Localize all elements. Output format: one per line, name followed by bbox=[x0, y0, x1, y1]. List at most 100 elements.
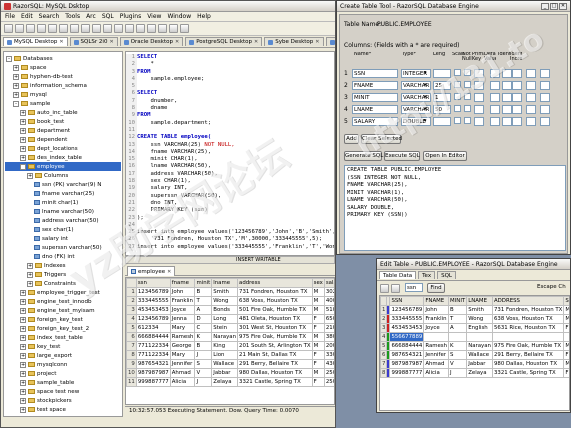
table-cell[interactable]: 987654321 bbox=[389, 350, 425, 360]
tree-node[interactable]: + engine_test_innodb bbox=[5, 297, 121, 306]
tab-connection-3[interactable]: PostgreSQL Desktop ✕ bbox=[185, 37, 263, 46]
table-cell[interactable]: Alicia bbox=[169, 377, 196, 387]
field-input[interactable] bbox=[540, 93, 550, 102]
expand-icon[interactable]: + bbox=[27, 280, 33, 287]
table-cell[interactable]: 65000 bbox=[323, 314, 334, 324]
tree-node[interactable]: - sample bbox=[5, 99, 121, 108]
expand-icon[interactable]: + bbox=[20, 316, 26, 323]
table-row[interactable]: 3 453453453 Joyce A English 5631 Rice, Housto… bbox=[380, 323, 569, 333]
table-cell[interactable]: 453453453 bbox=[135, 305, 171, 315]
tab-connection-1[interactable]: SQLSr 2i0 ✕ bbox=[69, 37, 118, 46]
tree-node[interactable]: + information_schema bbox=[5, 81, 121, 90]
table-cell[interactable]: M bbox=[563, 341, 569, 351]
table-cell[interactable]: 38000 bbox=[323, 332, 334, 342]
commit-icon[interactable] bbox=[125, 24, 134, 33]
tree-node[interactable]: + mysqlconn bbox=[5, 360, 121, 369]
table-cell[interactable]: 8 bbox=[126, 350, 137, 360]
table-cell[interactable]: T bbox=[194, 296, 213, 306]
table-cell[interactable]: B bbox=[194, 287, 213, 297]
generated-sql-area[interactable]: CREATE TABLE PUBLIC.EMPLOYEE (SSN INTEGER… bbox=[344, 165, 566, 251]
table-cell[interactable]: Franklin bbox=[169, 296, 196, 306]
expand-icon[interactable]: + bbox=[20, 397, 26, 404]
table-cell[interactable]: 10 bbox=[126, 368, 137, 378]
tree-node[interactable]: + space test new bbox=[5, 387, 121, 396]
table-cell[interactable]: M bbox=[311, 287, 325, 297]
table-cell[interactable]: 21000 bbox=[323, 323, 334, 333]
table-cell[interactable]: 666884444 bbox=[389, 341, 425, 351]
table-cell[interactable] bbox=[423, 332, 450, 342]
expand-icon[interactable]: + bbox=[20, 145, 26, 152]
expand-icon[interactable]: + bbox=[20, 136, 26, 143]
table-cell[interactable]: Narayan bbox=[466, 341, 493, 351]
tree-node[interactable]: ssn (PK) varchar(9) N bbox=[5, 180, 121, 189]
minimize-button[interactable]: _ bbox=[541, 2, 549, 10]
table-cell[interactable]: 481 Oleta, Houston TX bbox=[237, 314, 313, 324]
expand-icon[interactable]: + bbox=[20, 109, 26, 116]
stop-icon[interactable] bbox=[114, 24, 123, 33]
table-cell[interactable]: 556677889 bbox=[389, 332, 425, 342]
table-cell[interactable]: Joyce bbox=[423, 323, 450, 333]
menu-item-file[interactable]: File bbox=[5, 13, 15, 20]
table-cell[interactable]: Alicia bbox=[423, 368, 450, 378]
column-header[interactable]: MINIT bbox=[448, 296, 468, 306]
column-header[interactable]: SSN bbox=[389, 296, 425, 306]
tree-node[interactable]: + foreign_key_test bbox=[5, 315, 121, 324]
table-cell[interactable]: 987654321 bbox=[135, 359, 171, 369]
field-input[interactable] bbox=[490, 93, 500, 102]
table-cell[interactable]: F bbox=[311, 359, 325, 369]
table-cell[interactable]: M bbox=[311, 305, 325, 315]
field-input[interactable] bbox=[512, 117, 522, 126]
table-cell[interactable]: 999887777 bbox=[135, 377, 171, 387]
expand-icon[interactable]: + bbox=[13, 91, 19, 98]
table-cell[interactable]: 771122334 bbox=[135, 350, 171, 360]
table-cell[interactable]: 123456789 bbox=[135, 314, 171, 324]
column-name-input[interactable]: FNAME bbox=[352, 81, 398, 90]
tree-node[interactable]: - Databases bbox=[5, 54, 121, 63]
close-icon[interactable]: ✕ bbox=[109, 39, 113, 45]
checkbox[interactable] bbox=[454, 117, 461, 124]
chevron-down-icon[interactable]: ▾ bbox=[424, 94, 427, 100]
table-cell[interactable]: 333445555 bbox=[389, 314, 425, 324]
table-cell[interactable]: 20000 bbox=[323, 341, 334, 351]
table-cell[interactable] bbox=[466, 332, 493, 342]
expand-icon[interactable]: - bbox=[6, 55, 12, 62]
table-cell[interactable]: Stein bbox=[211, 323, 239, 333]
tree-node[interactable]: + space bbox=[5, 63, 121, 72]
column-name-input[interactable]: SALARY bbox=[352, 117, 398, 126]
table-cell[interactable]: Jabbar bbox=[211, 368, 239, 378]
table-cell[interactable]: 201 South St, Arlington TX bbox=[237, 341, 313, 351]
table-cell[interactable]: Jabbar bbox=[466, 359, 493, 369]
generate-sql-button[interactable]: Generate SQL bbox=[344, 151, 383, 161]
column-length-input[interactable]: 25 bbox=[433, 81, 451, 90]
table-cell[interactable]: 453453453 bbox=[389, 323, 425, 333]
tree-node[interactable]: + Triggers bbox=[5, 270, 121, 279]
chevron-down-icon[interactable]: ▾ bbox=[424, 106, 427, 112]
tree-node[interactable]: + foreign_key_test_2 bbox=[5, 324, 121, 333]
table-cell[interactable]: Franklin bbox=[423, 314, 450, 324]
close-icon[interactable]: ✕ bbox=[167, 269, 171, 275]
table-cell[interactable]: 666884444 bbox=[135, 332, 171, 342]
table-cell[interactable]: 980 Dallas, Houston TX bbox=[237, 368, 313, 378]
table-cell[interactable]: J bbox=[194, 377, 213, 387]
table-cell[interactable]: 987987987 bbox=[389, 359, 425, 369]
table-cell[interactable]: A bbox=[448, 323, 468, 333]
expand-icon[interactable]: + bbox=[20, 343, 26, 350]
menu-item-view[interactable]: View bbox=[147, 13, 161, 20]
tab-connection-0[interactable]: MySQL Desktop ✕ bbox=[3, 37, 68, 46]
table-cell[interactable]: 987987987 bbox=[135, 368, 171, 378]
tree-node[interactable]: + stockpickers bbox=[5, 396, 121, 405]
tree-node[interactable]: + department bbox=[5, 126, 121, 135]
table-cell[interactable]: F bbox=[311, 377, 325, 387]
table-row[interactable]: 1 123456789 John B Smith 731 Fondren, Houston… bbox=[126, 287, 334, 297]
column-header[interactable]: sex bbox=[311, 278, 325, 288]
field-input[interactable] bbox=[512, 69, 522, 78]
chevron-down-icon[interactable]: ▾ bbox=[424, 82, 427, 88]
field-input[interactable] bbox=[502, 105, 512, 114]
menu-item-plugins[interactable]: Plugins bbox=[120, 13, 142, 20]
column-header[interactable]: ADDRESS bbox=[491, 296, 565, 306]
tree-node[interactable]: - employee bbox=[5, 162, 121, 171]
table-cell[interactable]: 30250 bbox=[323, 287, 334, 297]
field-input[interactable] bbox=[526, 117, 536, 126]
column-length-input[interactable]: 50 bbox=[433, 105, 451, 114]
expand-icon[interactable]: + bbox=[20, 334, 26, 341]
